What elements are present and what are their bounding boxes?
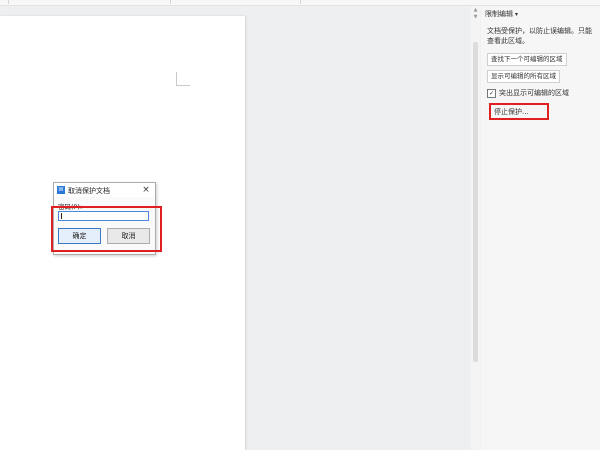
protection-description: 文档受保护，以防止误编辑。只能查看此区域。 — [487, 27, 592, 45]
show-all-editable-button[interactable]: 显示可编辑的所有区域 — [487, 70, 560, 83]
vertical-scrollbar[interactable]: ▲ ▼ — [471, 6, 480, 450]
toolbar-divider — [170, 0, 171, 4]
chevron-down-icon[interactable]: ▾ — [515, 11, 518, 18]
toolbar-divider — [8, 0, 9, 4]
toolbar-divider — [300, 0, 301, 4]
scroll-thumb[interactable] — [473, 42, 478, 362]
dialog-title: 取消保护文档 — [68, 187, 110, 195]
checkbox-checked-icon[interactable]: ✓ — [487, 88, 496, 98]
find-next-editable-button[interactable]: 查找下一个可编辑的区域 — [487, 53, 567, 66]
dialog-titlebar[interactable]: W 取消保护文档 × — [54, 183, 155, 197]
restrict-editing-panel: 限制编辑 ▾ 文档受保护，以防止误编辑。只能查看此区域。 查找下一个可编辑的区域 … — [481, 6, 600, 450]
scroll-up-icon[interactable]: ▲ — [472, 7, 479, 13]
highlight-editable-label: 突出显示可编辑的区域 — [499, 89, 569, 97]
highlight-box-password — [51, 206, 162, 252]
panel-title[interactable]: 限制编辑 ▾ — [485, 9, 518, 19]
stop-protection-label: 停止保护... — [494, 108, 529, 116]
wps-writer-icon: W — [57, 186, 65, 194]
close-icon[interactable]: × — [140, 183, 152, 197]
page-corner-mark — [176, 72, 190, 86]
scroll-down-icon[interactable]: ▼ — [472, 14, 479, 20]
stop-protection-button[interactable]: 停止保护... — [489, 103, 549, 120]
highlight-editable-checkbox[interactable]: ✓ 突出显示可编辑的区域 — [487, 88, 569, 98]
panel-title-label: 限制编辑 — [485, 10, 513, 18]
